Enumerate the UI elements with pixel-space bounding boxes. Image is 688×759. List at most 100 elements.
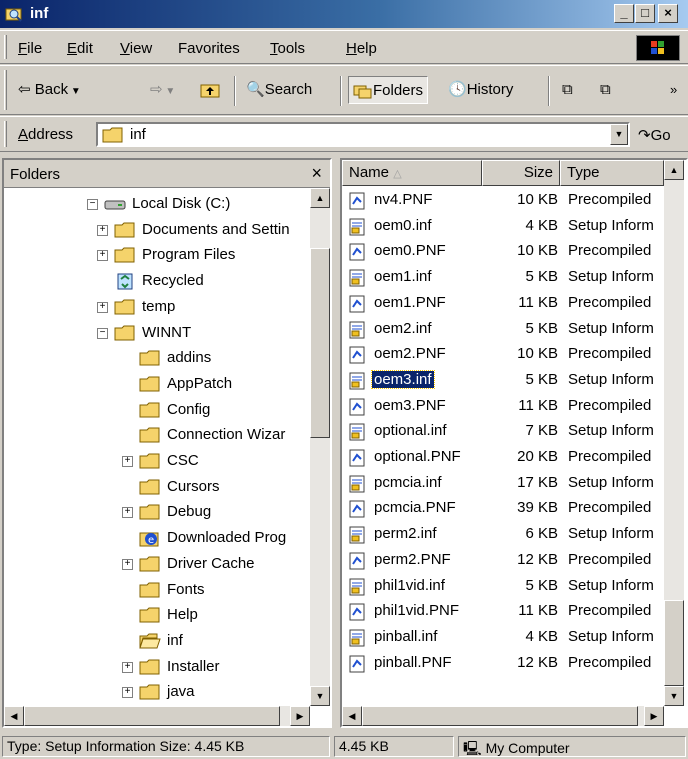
folder-tree-item[interactable]: Help — [139, 603, 304, 628]
menu-edit[interactable]: Edit — [67, 40, 93, 57]
toolbar-grip[interactable] — [4, 70, 7, 110]
address-input[interactable]: inf ▼ — [96, 122, 630, 147]
address-dropdown-button[interactable]: ▼ — [610, 124, 628, 145]
file-list-row[interactable]: pinball.inf 4 KB Setup Inform — [342, 625, 662, 651]
file-list-row[interactable]: pinball.PNF 12 KB Precompiled — [342, 651, 662, 677]
history-button[interactable]: 🕓History — [448, 76, 513, 104]
file-type: Precompiled — [568, 396, 652, 414]
up-folder-button[interactable] — [200, 76, 222, 104]
folder-tree-label: addins — [167, 349, 212, 367]
folder-tree-item[interactable]: inf — [139, 629, 304, 654]
folder-tree-item[interactable]: temp — [114, 295, 304, 320]
scroll-down-button[interactable]: ▼ — [310, 686, 330, 706]
file-list-row[interactable]: oem2.inf 5 KB Setup Inform — [342, 317, 662, 343]
folder-tree-item[interactable]: Local Disk (C:) — [104, 192, 304, 217]
file-list-row[interactable]: oem3.PNF 11 KB Precompiled — [342, 394, 662, 420]
search-button[interactable]: 🔍Search — [246, 76, 312, 104]
expand-icon[interactable]: + — [97, 250, 108, 262]
scroll-up-button[interactable]: ▲ — [310, 188, 330, 208]
file-list-row[interactable]: oem0.inf 4 KB Setup Inform — [342, 214, 662, 240]
scroll-down-button[interactable]: ▼ — [664, 686, 684, 706]
folder-tree-item[interactable]: Debug — [139, 500, 304, 525]
menu-file[interactable]: File — [18, 40, 42, 57]
file-list-row[interactable]: oem0.PNF 10 KB Precompiled — [342, 239, 662, 265]
file-list-row[interactable]: nv4.PNF 10 KB Precompiled — [342, 188, 662, 214]
file-list-row[interactable]: optional.PNF 20 KB Precompiled — [342, 445, 662, 471]
close-button[interactable]: × — [658, 4, 678, 23]
title-bar[interactable]: inf _ □ × — [0, 0, 688, 28]
minimize-button[interactable]: _ — [614, 4, 634, 23]
folder-tree-item[interactable]: Program Files — [114, 243, 304, 268]
file-size: 12 KB — [517, 653, 558, 671]
files-vertical-scrollbar[interactable]: ▲ ▼ — [664, 160, 684, 706]
folder-tree-item[interactable]: WINNT — [114, 321, 304, 346]
menu-tools[interactable]: Tools — [270, 40, 305, 57]
menu-favorites[interactable]: Favorites — [178, 40, 240, 57]
menubar-grip[interactable] — [4, 35, 7, 59]
scroll-right-button[interactable]: ▶ — [644, 706, 664, 726]
file-list-row[interactable]: oem3.inf 5 KB Setup Inform — [342, 368, 662, 394]
scroll-thumb[interactable] — [24, 706, 280, 726]
scroll-thumb[interactable] — [362, 706, 638, 726]
folder-tree-item[interactable]: Installer — [139, 655, 304, 680]
menu-help[interactable]: Help — [346, 40, 377, 57]
folder-tree-item[interactable]: Documents and Settin — [114, 218, 304, 243]
file-list-row[interactable]: pcmcia.inf 17 KB Setup Inform — [342, 471, 662, 497]
folders-vertical-scrollbar[interactable]: ▲ ▼ — [310, 188, 330, 706]
folders-horizontal-scrollbar[interactable]: ◀ ▶ — [4, 706, 310, 726]
folder-tree-item[interactable]: AppPatch — [139, 372, 304, 397]
expand-icon[interactable]: + — [122, 687, 133, 699]
folder-tree-item[interactable]: java — [139, 680, 304, 705]
scroll-thumb[interactable] — [664, 600, 684, 686]
folder-tree-item[interactable]: Cursors — [139, 475, 304, 500]
file-list-row[interactable]: perm2.PNF 12 KB Precompiled — [342, 548, 662, 574]
scroll-thumb[interactable] — [310, 248, 330, 438]
folders-button[interactable]: Folders — [348, 76, 429, 104]
expand-icon[interactable]: + — [122, 661, 133, 673]
folder-tree-item[interactable]: Recycled — [114, 269, 304, 294]
folder-tree-item[interactable]: Config — [139, 398, 304, 423]
collapse-icon[interactable]: − — [87, 199, 98, 210]
file-list-row[interactable]: oem2.PNF 10 KB Precompiled — [342, 342, 662, 368]
file-list-row[interactable]: perm2.inf 6 KB Setup Inform — [342, 522, 662, 548]
files-horizontal-scrollbar[interactable]: ◀ ▶ — [342, 706, 664, 726]
file-list-row[interactable]: oem1.inf 5 KB Setup Inform — [342, 265, 662, 291]
maximize-button[interactable]: □ — [635, 4, 655, 23]
scroll-left-button[interactable]: ◀ — [4, 706, 24, 726]
expand-icon[interactable]: + — [122, 507, 133, 519]
file-list-row[interactable]: pcmcia.PNF 39 KB Precompiled — [342, 496, 662, 522]
file-size: 12 KB — [517, 550, 558, 568]
scroll-up-button[interactable]: ▲ — [664, 160, 684, 180]
folder-tree-item[interactable]: Connection Wizar — [139, 423, 304, 448]
folder-tree-item[interactable]: Fonts — [139, 578, 304, 603]
column-header-type[interactable]: Type — [560, 160, 664, 186]
file-list-row[interactable]: phil1vid.PNF 11 KB Precompiled — [342, 599, 662, 625]
expand-icon[interactable]: + — [97, 301, 108, 313]
scroll-right-button[interactable]: ▶ — [290, 706, 310, 726]
go-button[interactable]: ↷Go — [638, 126, 671, 144]
addressbar-grip[interactable] — [4, 121, 7, 147]
file-name: oem2.PNF — [374, 345, 446, 363]
column-header-size[interactable]: Size — [482, 160, 560, 186]
folder-tree-item[interactable]: e Downloaded Prog — [139, 526, 304, 551]
copy-to-button[interactable]: ⧉ — [600, 76, 611, 104]
expand-icon[interactable]: + — [122, 456, 133, 467]
column-header-name[interactable]: Name △ — [342, 160, 482, 186]
close-folders-pane-button[interactable]: × — [311, 163, 322, 184]
folder-tree-item[interactable]: addins — [139, 346, 304, 371]
collapse-icon[interactable]: − — [97, 327, 108, 339]
expand-icon[interactable]: + — [97, 224, 108, 236]
menu-view[interactable]: View — [120, 40, 152, 57]
file-list-row[interactable]: optional.inf 7 KB Setup Inform — [342, 419, 662, 445]
folders-pane-header: Folders × — [4, 160, 330, 188]
forward-button[interactable]: ⇨ ▼ — [150, 76, 175, 104]
expand-icon[interactable]: + — [122, 558, 133, 570]
file-list-row[interactable]: phil1vid.inf 5 KB Setup Inform — [342, 574, 662, 600]
folder-tree-item[interactable]: Driver Cache — [139, 552, 304, 577]
file-list-row[interactable]: oem1.PNF 11 KB Precompiled — [342, 291, 662, 317]
back-button[interactable]: ⇦ Back ▼ — [18, 76, 81, 104]
scroll-left-button[interactable]: ◀ — [342, 706, 362, 726]
folder-tree-item[interactable]: CSC — [139, 449, 304, 474]
move-to-button[interactable]: ⧉ — [562, 76, 573, 104]
toolbar-overflow-chevron[interactable]: » — [670, 76, 677, 104]
